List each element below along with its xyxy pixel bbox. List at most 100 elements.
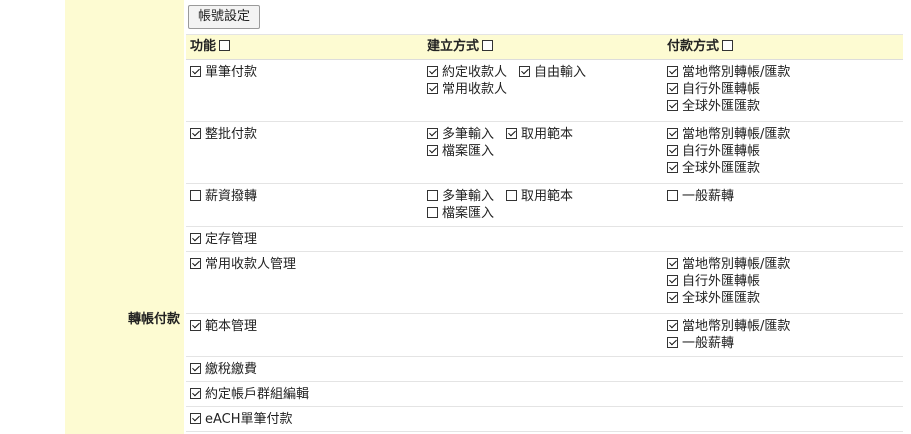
payment-option[interactable]: 一般薪轉 xyxy=(667,336,734,351)
function-cell: 約定帳戶群組編輯 xyxy=(186,382,423,406)
checkbox-label: 全球外匯匯款 xyxy=(682,291,761,306)
checkbox[interactable] xyxy=(667,337,678,348)
payment-cell: 當地幣別轉帳/匯款 自行外匯轉帳 全球外匯匯款 xyxy=(663,122,903,183)
function-option[interactable]: 約定帳戶群組編輯 xyxy=(190,387,309,402)
function-option[interactable]: 單筆付款 xyxy=(190,65,257,80)
method-option[interactable]: 常用收款人 xyxy=(427,82,507,97)
checkbox[interactable] xyxy=(190,320,201,331)
checkbox[interactable] xyxy=(427,190,438,201)
method-cell: 約定收款人 自由輸入 常用收款人 xyxy=(423,60,663,121)
checkbox[interactable] xyxy=(506,128,518,139)
checkbox-label: 約定帳戶群組編輯 xyxy=(205,387,310,402)
function-cell: 繳稅繳費 xyxy=(186,357,423,381)
payment-option[interactable]: 一般薪轉 xyxy=(667,189,734,204)
method-option[interactable]: 取用範本 xyxy=(506,189,573,204)
payment-option[interactable]: 當地幣別轉帳/匯款 xyxy=(667,65,790,80)
checkbox[interactable] xyxy=(427,66,438,77)
checkbox[interactable] xyxy=(667,258,678,269)
table-row: 常用收款人管理 當地幣別轉帳/匯款 自行外匯轉帳全球外匯匯款 xyxy=(186,252,903,314)
checkbox-label: 取用範本 xyxy=(521,127,574,142)
checkbox[interactable] xyxy=(427,128,438,139)
method-option[interactable]: 約定收款人 xyxy=(427,65,507,80)
method-option[interactable]: 多筆輸入 xyxy=(427,127,494,142)
checkbox[interactable] xyxy=(427,207,438,218)
method-option[interactable]: 檔案匯入 xyxy=(427,144,494,159)
payment-option[interactable]: 自行外匯轉帳 xyxy=(667,82,760,97)
checkbox[interactable] xyxy=(667,292,678,303)
checkbox[interactable] xyxy=(190,363,201,374)
checkbox[interactable] xyxy=(190,413,201,424)
checkbox[interactable] xyxy=(667,190,678,201)
payment-option[interactable]: 當地幣別轉帳/匯款 xyxy=(667,319,790,334)
function-cell: 定存管理 xyxy=(186,227,423,251)
method-option[interactable]: 自由輸入 xyxy=(519,65,586,80)
checkbox-label: 檔案匯入 xyxy=(442,144,495,159)
checkbox-label: 常用收款人 xyxy=(442,82,508,97)
function-option[interactable]: 整批付款 xyxy=(190,127,257,142)
checkbox-label: 多筆輸入 xyxy=(442,189,495,204)
checkbox[interactable] xyxy=(190,233,201,244)
method-cell xyxy=(423,357,663,381)
function-option[interactable]: eACH單筆付款 xyxy=(190,412,293,427)
checkbox[interactable] xyxy=(667,128,678,139)
function-cell: 範本管理 xyxy=(186,314,423,356)
payment-option[interactable]: 自行外匯轉帳 xyxy=(667,274,760,289)
function-cell: 單筆付款 xyxy=(186,60,423,121)
checkbox[interactable] xyxy=(427,83,438,94)
header-method: 建立方式 xyxy=(423,35,663,59)
checkbox[interactable] xyxy=(190,258,201,269)
method-option[interactable]: 檔案匯入 xyxy=(427,206,494,221)
checkbox[interactable] xyxy=(519,66,531,77)
checkbox-label: 約定收款人 xyxy=(442,65,508,80)
payment-option[interactable]: 全球外匯匯款 xyxy=(667,99,760,114)
checkbox-label: 薪資撥轉 xyxy=(205,189,258,204)
function-option[interactable]: 定存管理 xyxy=(190,232,257,247)
function-option[interactable]: 繳稅繳費 xyxy=(190,362,257,377)
table-row: eACH單筆付款 xyxy=(186,407,903,432)
checkbox-label: 全球外匯匯款 xyxy=(682,99,761,114)
checkbox-label: 自行外匯轉帳 xyxy=(682,82,761,97)
method-cell xyxy=(423,382,663,406)
table-row: 約定帳戶群組編輯 xyxy=(186,382,903,407)
payment-option[interactable]: 自行外匯轉帳 xyxy=(667,144,760,159)
header-function-label: 功能 xyxy=(190,39,217,54)
checkbox-label: eACH單筆付款 xyxy=(205,412,293,427)
checkbox[interactable] xyxy=(667,83,678,94)
payment-option[interactable]: 當地幣別轉帳/匯款 xyxy=(667,257,790,272)
method-cell xyxy=(423,314,663,356)
checkbox[interactable] xyxy=(506,190,518,201)
header-function-checkbox[interactable] xyxy=(219,40,231,51)
table-row: 單筆付款 約定收款人 自由輸入 常用收款人 當地幣別轉帳/匯款 自行外匯轉帳 全球外匯匯款 xyxy=(186,60,903,122)
function-option[interactable]: 常用收款人管理 xyxy=(190,257,296,272)
checkbox-label: 當地幣別轉帳/匯款 xyxy=(682,319,791,334)
checkbox-label: 取用範本 xyxy=(521,189,574,204)
method-option[interactable]: 取用範本 xyxy=(506,127,573,142)
checkbox[interactable] xyxy=(427,145,438,156)
checkbox[interactable] xyxy=(190,66,201,77)
checkbox-label: 定存管理 xyxy=(205,232,258,247)
checkbox[interactable] xyxy=(190,128,201,139)
checkbox[interactable] xyxy=(667,66,678,77)
header-method-checkbox[interactable] xyxy=(482,40,494,51)
header-payment-label: 付款方式 xyxy=(667,39,720,54)
checkbox[interactable] xyxy=(190,190,201,201)
checkbox[interactable] xyxy=(667,145,678,156)
header-payment-checkbox[interactable] xyxy=(722,40,734,51)
payment-option[interactable]: 全球外匯匯款 xyxy=(667,161,760,176)
method-cell xyxy=(423,407,663,431)
checkbox-label: 範本管理 xyxy=(205,319,258,334)
checkbox[interactable] xyxy=(667,320,678,331)
checkbox[interactable] xyxy=(190,388,201,399)
checkbox[interactable] xyxy=(667,100,678,111)
function-cell: 常用收款人管理 xyxy=(186,252,423,313)
function-option[interactable]: 範本管理 xyxy=(190,319,257,334)
payment-option[interactable]: 當地幣別轉帳/匯款 xyxy=(667,127,790,142)
checkbox-label: 一般薪轉 xyxy=(682,189,735,204)
account-settings-button[interactable]: 帳號設定 xyxy=(188,5,261,29)
method-option[interactable]: 多筆輸入 xyxy=(427,189,494,204)
function-option[interactable]: 薪資撥轉 xyxy=(190,189,257,204)
checkbox[interactable] xyxy=(667,162,678,173)
button-row: 帳號設定 xyxy=(186,0,903,35)
payment-option[interactable]: 全球外匯匯款 xyxy=(667,291,760,306)
checkbox[interactable] xyxy=(667,275,678,286)
